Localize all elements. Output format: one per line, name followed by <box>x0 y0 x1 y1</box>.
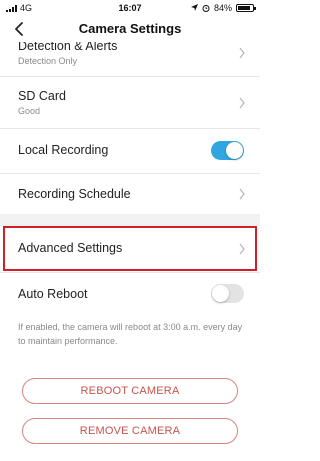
reboot-camera-button[interactable]: REBOOT CAMERA <box>22 378 238 404</box>
row-label: Advanced Settings <box>18 241 123 255</box>
settings-row-sd-card[interactable]: SD Card Good <box>0 77 260 128</box>
auto-reboot-toggle[interactable] <box>211 284 244 303</box>
auto-reboot-note: If enabled, the camera will reboot at 3:… <box>18 322 243 346</box>
chevron-right-icon <box>239 188 245 200</box>
alarm-icon <box>202 5 210 12</box>
settings-row-auto-reboot: Auto Reboot <box>0 273 260 315</box>
remove-camera-button[interactable]: REMOVE CAMERA <box>22 418 238 444</box>
battery-icon <box>236 4 256 12</box>
row-sublabel: Good <box>18 106 41 116</box>
nav-bar: Camera Settings <box>0 16 260 42</box>
local-recording-toggle[interactable] <box>211 141 244 160</box>
settings-row-recording-schedule[interactable]: Recording Schedule <box>0 174 260 214</box>
status-bar: 4G 16:07 84% <box>0 0 260 16</box>
settings-row-local-recording: Local Recording <box>0 129 260 173</box>
settings-row-advanced-settings[interactable]: Advanced Settings <box>0 226 260 271</box>
chevron-right-icon <box>239 243 245 255</box>
page-title: Camera Settings <box>78 21 182 36</box>
chevron-right-icon <box>239 97 245 109</box>
status-right: 84% <box>190 3 256 13</box>
row-label: Auto Reboot <box>18 287 88 301</box>
row-label: SD Card <box>18 89 66 103</box>
section-separator <box>0 214 260 226</box>
location-icon <box>190 4 198 11</box>
battery-percent: 84% <box>213 3 232 13</box>
chevron-right-icon <box>239 47 245 59</box>
row-label: Local Recording <box>18 143 109 157</box>
row-sublabel: Detection Only <box>18 56 78 66</box>
row-label: Recording Schedule <box>18 187 131 201</box>
